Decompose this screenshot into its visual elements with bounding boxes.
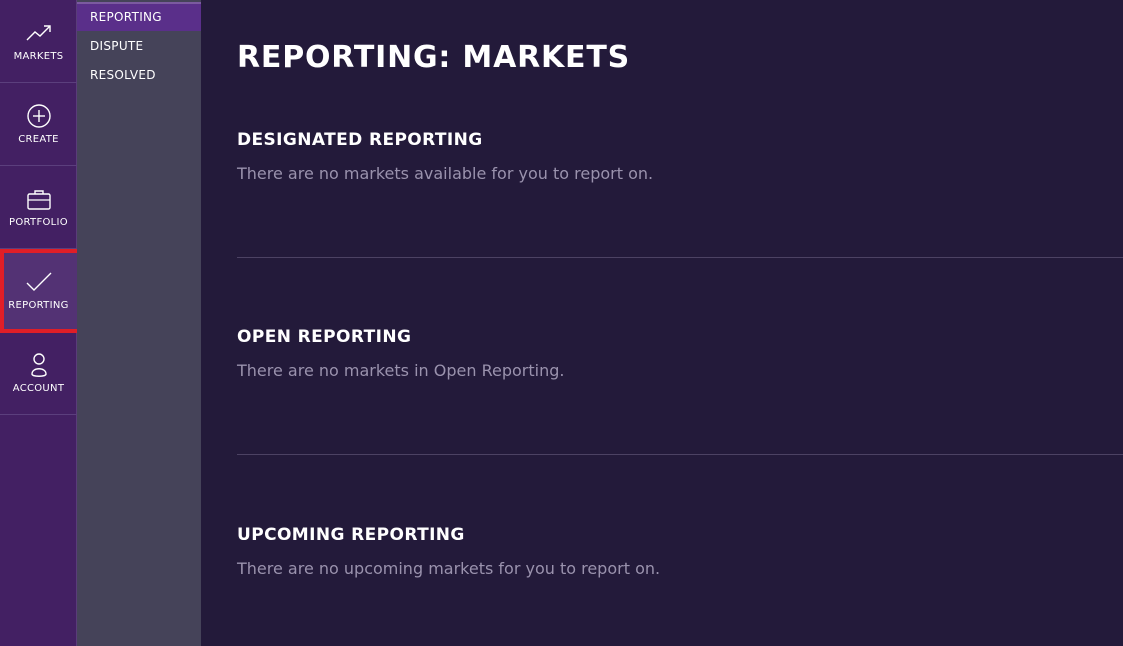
main-content: REPORTING: MARKETS DESIGNATED REPORTING … <box>201 0 1123 646</box>
nav-markets-label: MARKETS <box>13 51 64 62</box>
nav-portfolio[interactable]: PORTFOLIO <box>0 166 77 249</box>
user-icon <box>30 353 47 377</box>
app-root: MARKETS CREATE PORTFOLIO REPORTING ACCOU… <box>0 0 1123 646</box>
nav-create[interactable]: CREATE <box>0 83 77 166</box>
subnav-item-reporting[interactable]: REPORTING <box>77 2 201 31</box>
section-upcoming-reporting: UPCOMING REPORTING There are no upcoming… <box>237 525 1123 578</box>
empty-state-message: There are no markets in Open Reporting. <box>237 361 565 380</box>
subnav-panel: REPORTING DISPUTE RESOLVED <box>77 0 201 646</box>
section-title: OPEN REPORTING <box>237 327 412 347</box>
trending-up-icon <box>26 25 51 41</box>
nav-portfolio-label: PORTFOLIO <box>9 217 68 228</box>
subnav-item-dispute[interactable]: DISPUTE <box>77 32 201 61</box>
sidebar-rail: MARKETS CREATE PORTFOLIO REPORTING ACCOU… <box>0 0 81 646</box>
section-title: UPCOMING REPORTING <box>237 525 465 545</box>
nav-account-label: ACCOUNT <box>12 383 65 394</box>
briefcase-icon <box>26 190 51 210</box>
plus-circle-icon <box>26 104 51 128</box>
nav-create-label: CREATE <box>18 134 59 145</box>
section-divider <box>237 257 1123 258</box>
empty-state-message: There are no markets available for you t… <box>237 164 654 183</box>
empty-state-message: There are no upcoming markets for you to… <box>237 559 661 578</box>
nav-reporting[interactable]: REPORTING <box>0 249 81 333</box>
nav-reporting-label: REPORTING <box>8 300 69 311</box>
section-title: DESIGNATED REPORTING <box>237 130 483 150</box>
section-divider <box>237 454 1123 455</box>
page-title: REPORTING: MARKETS <box>237 40 631 75</box>
nav-account[interactable]: ACCOUNT <box>0 332 77 415</box>
section-open-reporting: OPEN REPORTING There are no markets in O… <box>237 327 1123 380</box>
nav-markets[interactable]: MARKETS <box>0 0 77 83</box>
section-designated-reporting: DESIGNATED REPORTING There are no market… <box>237 130 1123 183</box>
subnav-item-resolved[interactable]: RESOLVED <box>77 61 201 90</box>
checkmark-icon <box>26 272 51 291</box>
